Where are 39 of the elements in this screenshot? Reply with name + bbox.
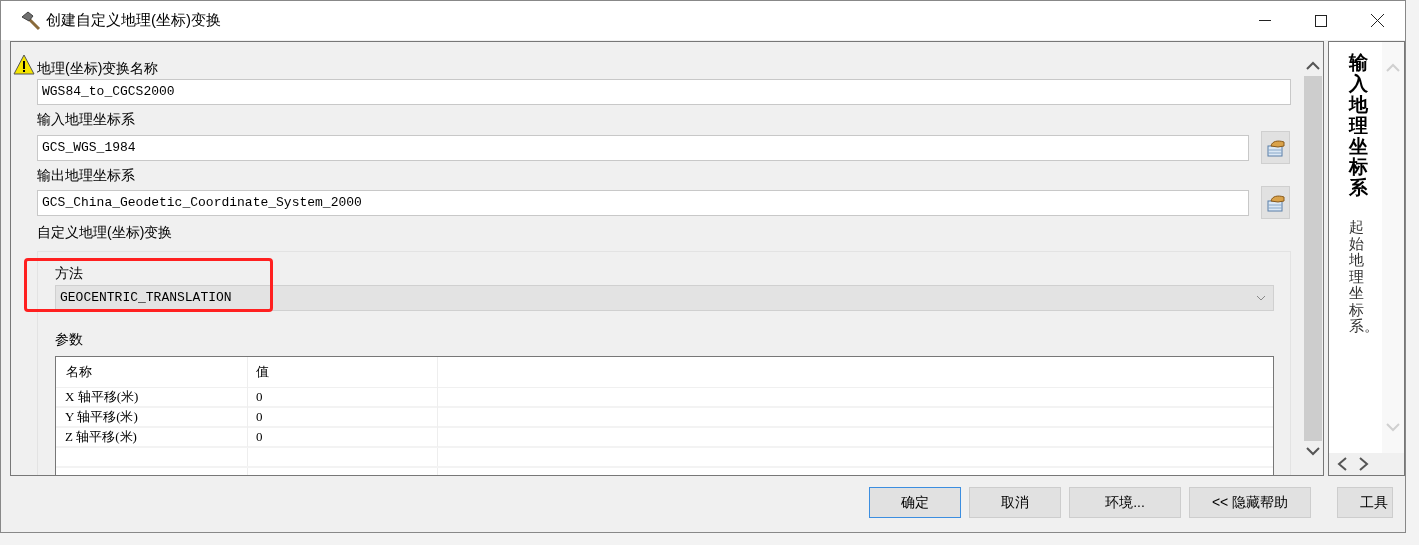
minimize-icon	[1259, 19, 1271, 22]
dialog-button[interactable]: 确定	[869, 487, 961, 518]
table-cell: X 轴平移(米)	[56, 387, 248, 407]
input-field[interactable]: GCS_WGS_1984	[37, 134, 1249, 161]
table-cell: 0	[248, 407, 438, 427]
scroll-left-icon[interactable]	[1337, 457, 1348, 471]
scrollbar-thumb[interactable]	[1304, 76, 1323, 441]
scroll-down-icon[interactable]	[1305, 447, 1322, 457]
dialog-button[interactable]: 取消	[969, 487, 1061, 518]
dialog-button[interactable]: << 隐藏帮助	[1189, 487, 1311, 518]
field-label: 输出地理坐标系	[37, 166, 136, 185]
hammer-icon	[20, 9, 42, 32]
dialog-button[interactable]: 环境...	[1069, 487, 1181, 518]
table-cell: 0	[248, 387, 438, 407]
section-label: 自定义地理(坐标)变换	[37, 223, 174, 242]
field-label: 参数	[55, 330, 83, 349]
scroll-up-icon[interactable]	[1305, 60, 1322, 70]
close-icon	[1370, 14, 1384, 27]
window-title: 创建自定义地理(坐标)变换	[46, 10, 221, 31]
column-header[interactable]: 名称	[56, 357, 248, 387]
field-label: 方法	[55, 264, 83, 281]
folder-hand-icon	[1265, 192, 1286, 213]
method-dropdown[interactable]: GEOCENTRIC_TRANSLATION	[55, 285, 1274, 311]
column-header[interactable]: 值	[248, 357, 438, 387]
dropdown-caret-icon	[1257, 295, 1265, 301]
scroll-right-icon[interactable]	[1359, 457, 1370, 471]
input-field[interactable]: GCS_China_Geodetic_Coordinate_System_2000	[37, 189, 1249, 216]
table-cell: 0	[248, 427, 438, 447]
table-cell: Z 轴平移(米)	[56, 427, 248, 447]
field-label: 地理(坐标)变换名称	[37, 58, 159, 78]
help-title: 输入地理坐标系	[1349, 53, 1369, 200]
table-cell: Y 轴平移(米)	[56, 407, 248, 427]
field-label: 输入地理坐标系	[37, 110, 136, 129]
browse-button[interactable]	[1261, 186, 1290, 219]
maximize-icon	[1315, 14, 1327, 27]
folder-hand-icon	[1265, 137, 1286, 158]
input-field[interactable]: WGS84_to_CGCS2000	[37, 79, 1291, 105]
browse-button[interactable]	[1261, 131, 1290, 164]
dialog-button[interactable]: 工具	[1337, 487, 1393, 518]
